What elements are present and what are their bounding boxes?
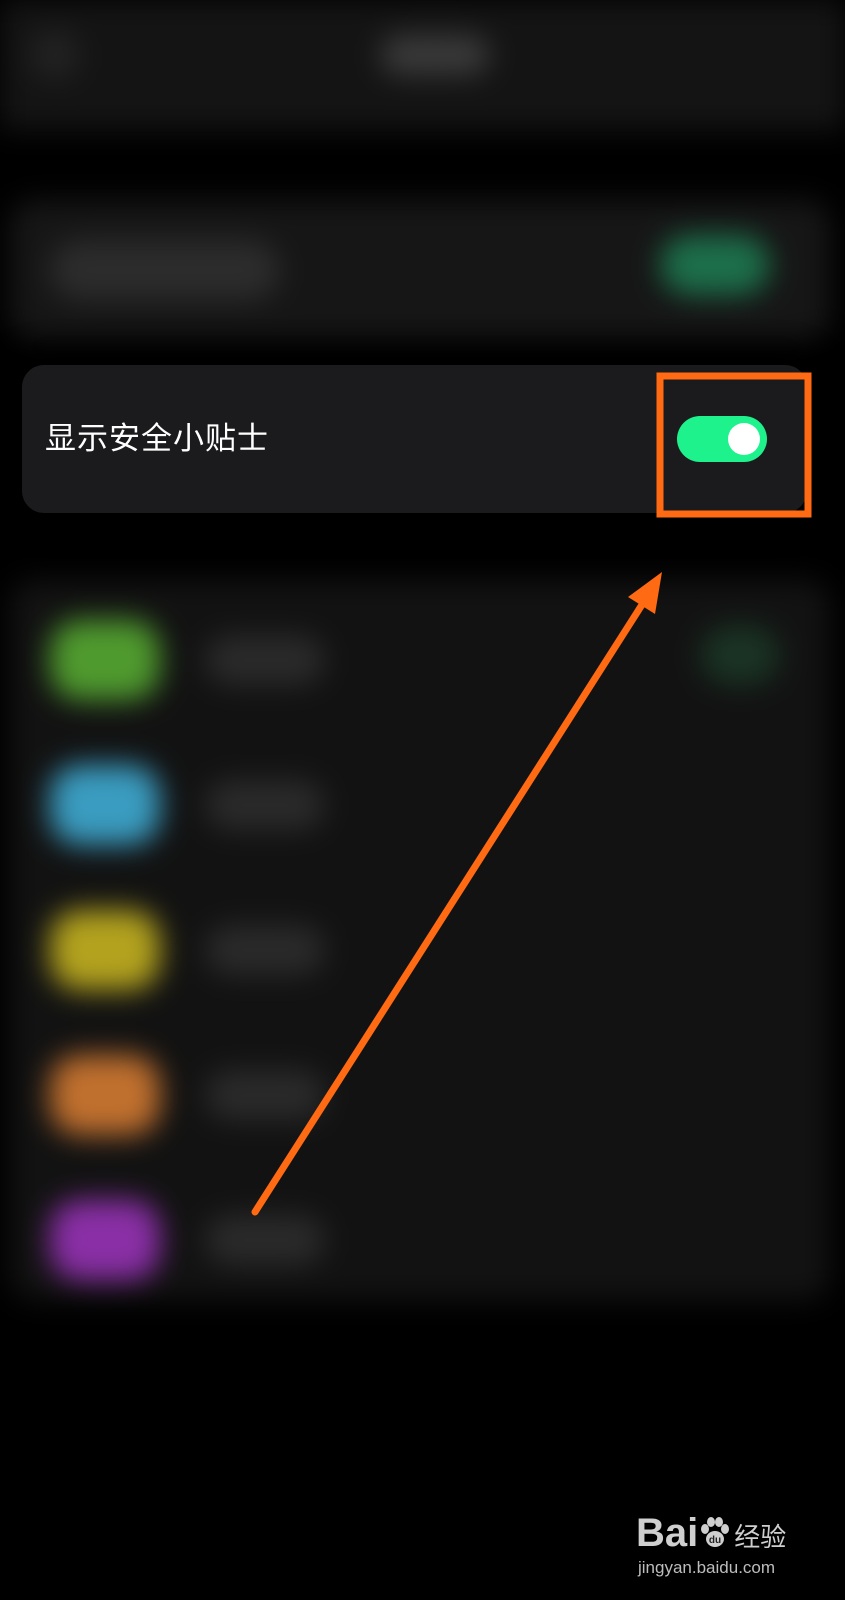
toggle-knob — [728, 423, 760, 455]
safety-tips-setting-card: 显示安全小贴士 — [22, 365, 807, 513]
blurred-row-text — [205, 925, 325, 975]
blurred-setting-toggle — [660, 235, 770, 295]
blurred-title — [380, 35, 490, 75]
watermark-url: jingyan.baidu.com — [638, 1558, 776, 1577]
blurred-row-icon — [50, 620, 160, 700]
blurred-row-icon — [50, 765, 160, 845]
blurred-row-icon — [50, 1055, 160, 1135]
watermark-logo-left: Bai — [636, 1511, 699, 1555]
paw-icon: du — [701, 1517, 730, 1547]
blurred-row-text — [205, 1215, 325, 1265]
watermark-logo-right: 经验 — [734, 1522, 787, 1552]
blurred-row-icon — [50, 910, 160, 990]
safety-tips-label: 显示安全小贴士 — [45, 421, 269, 457]
blurred-background — [0, 0, 845, 1600]
blurred-row-text — [205, 1070, 325, 1120]
svg-text:du: du — [709, 1535, 721, 1546]
baidu-jingyan-watermark: Bai du 经验 jingyan.baidu.com — [636, 1510, 806, 1580]
watermark-logo: Bai du 经验 — [636, 1510, 786, 1560]
blurred-back-button — [30, 30, 80, 80]
blurred-row-text — [205, 780, 325, 830]
blurred-setting-label — [50, 240, 280, 300]
safety-tips-toggle[interactable] — [677, 416, 767, 462]
blurred-row-text — [205, 635, 325, 685]
blurred-row-accent — [700, 625, 780, 685]
blurred-row-icon — [50, 1200, 160, 1280]
